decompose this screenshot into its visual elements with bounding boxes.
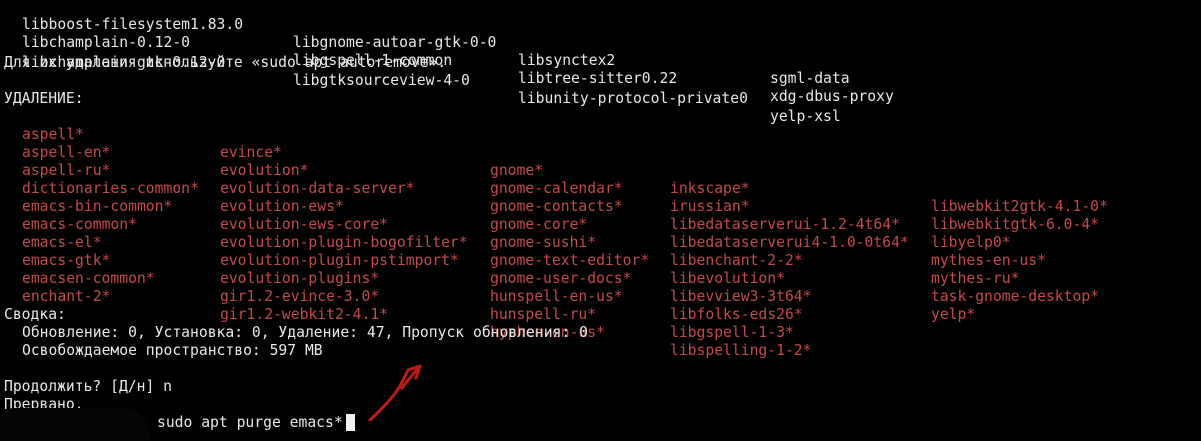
package-name: libunity-protocol-private0 xyxy=(518,90,748,107)
removal-item: libgspell-1-3* xyxy=(670,324,794,341)
removal-item: libwebkitgtk-6.0-4* xyxy=(931,216,1100,233)
package-name: xdg-dbus-proxy xyxy=(770,88,894,105)
package-name: libtree-sitter0.22 xyxy=(518,70,678,87)
package-name: libgnome-autoar-gtk-0-0 xyxy=(293,34,497,51)
removal-row: emacs-bin-common* evolution-ews-core* gn… xyxy=(4,180,1019,287)
summary-header: Сводка: xyxy=(4,306,66,323)
removal-item: gnome-contacts* xyxy=(490,198,623,215)
package-name: sgml-data xyxy=(770,70,850,87)
terminal-window[interactable]: libboost-filesystem1.83.0 libgnome-autoa… xyxy=(0,0,1201,441)
autoremove-hint: Для их удаления используйте «sudo apt au… xyxy=(4,54,447,71)
removal-item: hunspell-en-us* xyxy=(490,288,623,305)
removal-item: libfolks-eds26* xyxy=(670,306,803,323)
package-row: libchamplain-0.12-0 libgspell-1-common l… xyxy=(4,16,894,105)
removal-item: gnome* xyxy=(490,162,544,179)
package-name: libsynctex2 xyxy=(518,52,616,69)
removal-item: evolution* xyxy=(220,162,309,179)
removal-item: evolution-data-server* xyxy=(220,180,415,197)
removal-item: inkscape* xyxy=(670,180,750,197)
removal-item: gnome-text-editor* xyxy=(490,252,650,269)
removal-item: hunspell-ru* xyxy=(490,306,597,323)
removal-item: libevview3-3t64* xyxy=(670,288,812,305)
removal-row: dictionaries-common* evolution-ews* gnom… xyxy=(4,162,1046,269)
command-line[interactable]: sudo apt purge emacs* xyxy=(157,414,343,432)
package-name: libboost-filesystem1.83.0 xyxy=(22,16,244,33)
removal-item: mythes-en-us* xyxy=(931,252,1046,269)
removal-item: evolution-plugin-bogofilter* xyxy=(220,234,468,251)
removal-row: emacsen-common* gir1.2-evince-3.0* hunsp… xyxy=(4,252,794,341)
removal-item: gnome-calendar* xyxy=(490,180,623,197)
package-name: yelp-xsl xyxy=(770,108,841,125)
package-name: libchamplain-0.12-0 xyxy=(22,34,191,51)
removal-row: aspell* evince* gnome* inkscape* libwebk… xyxy=(4,108,1108,215)
package-name: libgtksourceview-4-0 xyxy=(293,72,470,89)
removal-item: gir1.2-evince-3.0* xyxy=(220,288,380,305)
removal-item: gnome-core* xyxy=(490,216,588,233)
text-cursor xyxy=(346,414,355,431)
removal-item: mythes-ru* xyxy=(931,270,1020,287)
removal-row: aspell-ru* evolution-data-server* gnome-… xyxy=(4,144,1011,251)
removal-item: evolution-ews* xyxy=(220,198,344,215)
removal-row: aspell-en* evolution* gnome-calendar* ir… xyxy=(4,126,1099,233)
summary-counts: Обновление: 0, Установка: 0, Удаление: 4… xyxy=(22,324,588,341)
package-row: libboost-filesystem1.83.0 libgnome-autoa… xyxy=(4,0,850,87)
removal-item: gir1.2-webkit2-4.1* xyxy=(220,306,389,323)
package-row: libchamplain-gtk-0.12-0 libgtksourceview… xyxy=(4,36,841,125)
removal-item: libwebkit2gtk-4.1-0* xyxy=(931,198,1108,215)
annotation-arrow-icon xyxy=(368,364,422,422)
removal-item: libedataserverui4-1.0-0t64* xyxy=(670,234,909,251)
removal-item: libedataserverui-1.2-4t64* xyxy=(670,216,900,233)
removal-item: evolution-plugins* xyxy=(220,270,380,287)
removal-row: emacs-gtk* evolution-plugins* hunspell-e… xyxy=(4,234,803,323)
removal-item: evince* xyxy=(220,144,282,161)
removal-item: libenchant-2-2* xyxy=(670,252,803,269)
removal-item: yelp* xyxy=(931,306,976,323)
removal-item: gnome-user-docs* xyxy=(490,270,632,287)
removal-row: emacs-common* evolution-plugin-bogofilte… xyxy=(4,198,1099,305)
removal-item: irussian* xyxy=(670,198,750,215)
redacted-shell-prompt xyxy=(0,408,150,441)
removal-row: enchant-2* gir1.2-webkit2-4.1* hyphen-en… xyxy=(4,270,811,359)
removal-item: libspelling-1-2* xyxy=(670,342,812,359)
removal-header: УДАЛЕНИЕ: xyxy=(4,90,84,107)
summary-space: Освобождаемое пространство: 597 MB xyxy=(22,342,323,359)
removal-item: libyelp0* xyxy=(931,234,1011,251)
continue-prompt: Продолжить? [Д/н] n xyxy=(4,378,173,395)
removal-item: enchant-2* xyxy=(22,288,111,305)
removal-item: gnome-sushi* xyxy=(490,234,597,251)
removal-item: evolution-ews-core* xyxy=(220,216,389,233)
removal-item: evolution-plugin-pstimport* xyxy=(220,252,459,269)
removal-item: task-gnome-desktop* xyxy=(931,288,1100,305)
removal-item: libevolution* xyxy=(670,270,785,287)
removal-row: emacs-el* evolution-plugin-pstimport* gn… xyxy=(4,216,975,323)
